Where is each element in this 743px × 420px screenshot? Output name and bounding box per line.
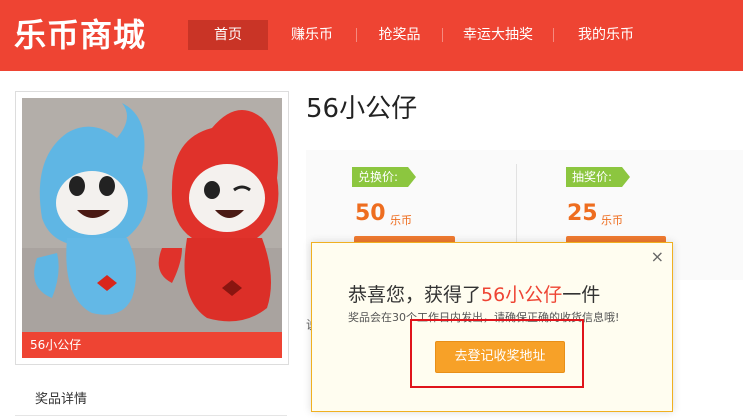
dialog-title-suffix: 一件 [562,284,601,306]
lottery-price-value: 25 [567,201,598,226]
plush-toys-image [22,98,282,332]
annotation-highlight-box [410,319,584,388]
main-nav: 首页 赚乐币 抢奖品 幸运大抽奖 我的乐币 [188,20,658,50]
site-header: 乐币商城 首页 赚乐币 抢奖品 幸运大抽奖 我的乐币 [0,0,743,71]
lottery-price-tag: 抽奖价: [566,167,631,187]
nav-lucky-draw[interactable]: 幸运大抽奖 [443,20,553,50]
nav-home[interactable]: 首页 [188,20,268,50]
product-image-frame: 56小公仔 [15,91,289,365]
dialog-title: 恭喜您，获得了56小公仔一件 [348,280,600,307]
exchange-price-value: 50 [355,201,386,226]
exchange-price-unit: 乐币 [390,214,412,227]
product-title: 56小公仔 [306,94,418,124]
lottery-price-unit: 乐币 [601,214,623,227]
nav-my-coins[interactable]: 我的乐币 [554,20,658,50]
tab-underline [15,415,287,416]
nav-grab-prizes[interactable]: 抢奖品 [357,20,442,50]
site-logo[interactable]: 乐币商城 [14,14,146,56]
dialog-title-prefix: 恭喜您，获得了 [348,284,482,306]
exchange-price-tag: 兑换价: [352,167,417,187]
close-icon[interactable]: × [651,247,664,266]
product-image-caption: 56小公仔 [22,332,282,358]
tab-prize-details[interactable]: 奖品详情 [35,388,87,407]
dialog-title-prize: 56小公仔 [481,284,563,306]
nav-earn-coins[interactable]: 赚乐币 [268,20,356,50]
product-image [22,98,282,332]
